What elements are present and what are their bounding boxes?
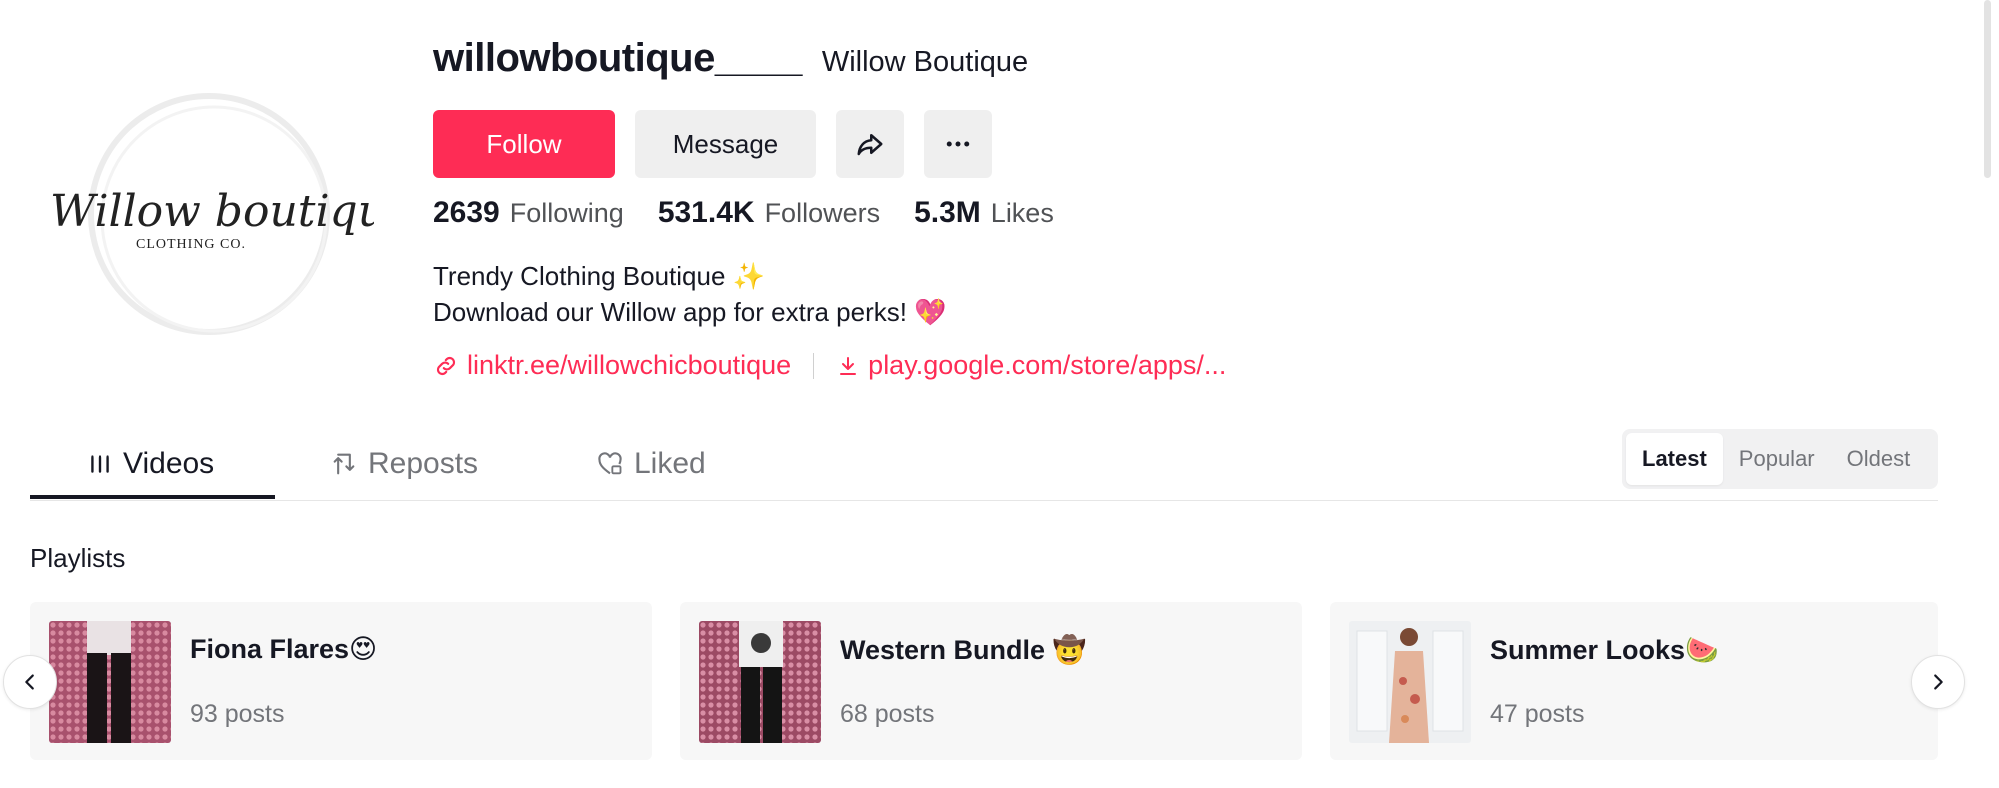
tab-reposts[interactable]: Reposts — [330, 430, 478, 498]
sort-toggle: Latest Popular Oldest — [1622, 429, 1938, 489]
likes-label: Likes — [990, 198, 1054, 228]
liked-heart-lock-icon — [598, 452, 622, 475]
profile-bio: Trendy Clothing Boutique ✨ Download our … — [433, 258, 947, 330]
profile-stats: 2639 Following 531.4K Followers 5.3M Lik… — [433, 196, 1088, 230]
logo-script-text: Willow boutique — [50, 186, 374, 237]
playlist-thumbnail-image — [49, 621, 171, 743]
sort-oldest[interactable]: Oldest — [1831, 433, 1927, 485]
profile-links: linktr.ee/willowchicboutique play.google… — [433, 350, 1226, 381]
share-button[interactable] — [836, 110, 904, 178]
carousel-prev-button[interactable] — [3, 655, 57, 709]
playlist-thumbnail — [699, 621, 821, 743]
playlist-card[interactable]: Summer Looks🍉 47 posts — [1330, 602, 1938, 760]
chevron-right-icon — [1934, 674, 1943, 690]
sort-latest[interactable]: Latest — [1626, 433, 1723, 485]
share-icon — [857, 134, 883, 156]
link-icon — [436, 356, 456, 375]
playlist-card[interactable]: Fiona Flares😍 93 posts — [30, 602, 652, 760]
following-label: Following — [509, 198, 624, 228]
chevron-left-icon — [25, 674, 34, 690]
follow-button[interactable]: Follow — [433, 110, 615, 178]
repost-icon — [333, 453, 355, 475]
linktree-link[interactable]: linktr.ee/willowchicboutique — [433, 350, 791, 381]
link-separator — [813, 352, 815, 379]
playlists-heading: Playlists — [30, 543, 126, 573]
playlist-title: Fiona Flares😍 — [190, 634, 378, 664]
tabs-divider — [30, 500, 1938, 501]
playlist-post-count: 68 posts — [840, 700, 935, 728]
tab-videos[interactable]: Videos — [87, 430, 214, 498]
tab-liked[interactable]: Liked — [596, 430, 706, 498]
username: willowboutique____ — [433, 36, 802, 80]
videos-grid-icon — [91, 455, 109, 473]
logo-sub-text: CLOTHING CO. — [136, 237, 246, 252]
bio-line-2: Download our Willow app for extra perks!… — [433, 297, 947, 327]
playlist-title: Summer Looks🍉 — [1490, 635, 1719, 665]
playlist-card[interactable]: Western Bundle 🤠 68 posts — [680, 602, 1302, 760]
playlist-title: Western Bundle 🤠 — [840, 635, 1087, 665]
stat-followers[interactable]: 531.4K Followers — [658, 196, 880, 230]
profile-header: willowboutique____ Willow Boutique — [433, 36, 1028, 96]
active-tab-indicator — [30, 495, 275, 499]
bio-line-1: Trendy Clothing Boutique ✨ — [433, 261, 766, 291]
playlist-post-count: 93 posts — [190, 700, 285, 728]
playlist-thumbnail-image — [699, 621, 821, 743]
playlist-thumbnail — [49, 621, 171, 743]
followers-label: Followers — [764, 198, 881, 228]
scrollbar-thumb[interactable] — [1984, 0, 1991, 178]
stat-following[interactable]: 2639 Following — [433, 196, 624, 230]
play-store-link-text: play.google.com/store/apps/... — [868, 350, 1227, 380]
download-icon — [840, 356, 857, 375]
playlist-thumbnail-image — [1349, 621, 1471, 743]
stat-likes: 5.3M Likes — [914, 196, 1054, 230]
playlist-thumbnail — [1349, 621, 1471, 743]
tab-videos-label: Videos — [123, 447, 215, 480]
more-button[interactable] — [924, 110, 992, 178]
message-button[interactable]: Message — [635, 110, 816, 178]
linktree-link-text: linktr.ee/willowchicboutique — [467, 350, 792, 380]
avatar[interactable]: Willow boutique CLOTHING CO. — [44, 86, 412, 346]
tab-reposts-label: Reposts — [368, 447, 479, 480]
following-count: 2639 — [433, 196, 500, 229]
followers-count: 531.4K — [657, 196, 755, 229]
play-store-link[interactable]: play.google.com/store/apps/... — [836, 350, 1226, 381]
profile-actions: Follow Message — [433, 110, 992, 178]
likes-count: 5.3M — [914, 196, 981, 229]
tab-liked-label: Liked — [634, 447, 706, 480]
scrollbar-track[interactable] — [1977, 0, 1999, 788]
sort-popular[interactable]: Popular — [1723, 433, 1831, 485]
carousel-next-button[interactable] — [1911, 655, 1965, 709]
willow-boutique-logo: Willow boutique CLOTHING CO. — [50, 93, 412, 335]
playlist-post-count: 47 posts — [1490, 700, 1585, 728]
nickname: Willow Boutique — [821, 46, 1029, 78]
more-icon — [946, 141, 970, 147]
